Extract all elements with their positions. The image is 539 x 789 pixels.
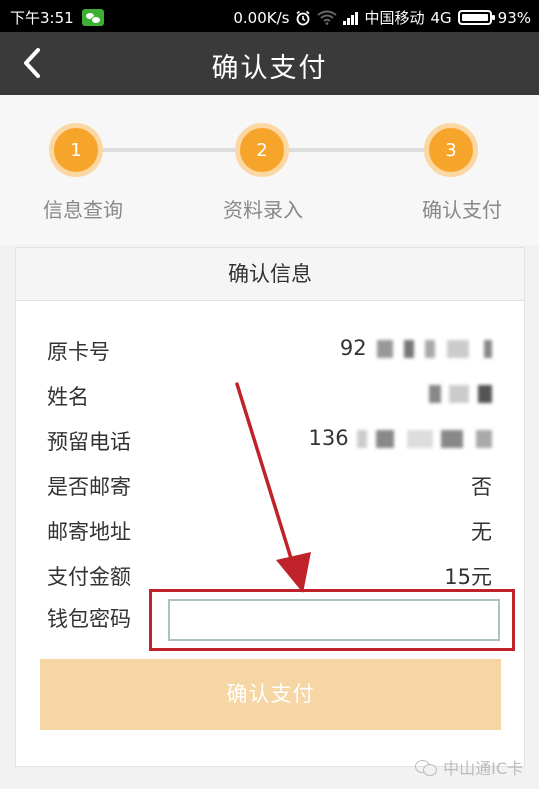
row-label: 原卡号 [47,340,110,364]
step-3-label: 确认支付 [422,198,502,222]
step-1-label: 信息查询 [43,198,123,222]
wechat-icon [81,9,104,26]
watermark-text: 中山通IC卡 [443,759,523,778]
password-row: 钱包密码 [47,603,157,633]
info-row-name: 姓名 [47,381,492,411]
carrier-name: 中国移动 [364,9,425,27]
app-header: 确认支付 [0,32,539,95]
row-value [428,381,492,405]
row-label: 姓名 [47,385,89,409]
progress-stepper: 1 2 3 信息查询 资料录入 确认支付 [0,95,539,245]
step-connector [100,148,245,152]
alarm-icon [296,10,310,25]
row-label: 预留电话 [47,430,131,454]
network-type: 4G [430,8,452,27]
row-label: 是否邮寄 [47,475,131,499]
info-row-address: 邮寄地址 无 [47,516,492,546]
step-3-circle: 3 [424,123,478,177]
row-value: 136 [308,426,492,450]
step-2-circle: 2 [235,123,289,177]
row-value: 否 [471,475,492,499]
row-label: 邮寄地址 [47,520,131,544]
password-label: 钱包密码 [47,607,131,631]
row-value: 15元 [444,565,492,589]
step-1-circle: 1 [49,123,103,177]
battery-icon [457,10,495,25]
confirm-pay-button[interactable]: 确认支付 [40,659,501,730]
info-row-amount: 支付金额 15元 [47,561,492,591]
wechat-logo-icon [415,759,438,776]
status-time: 下午3:51 [10,9,74,27]
card-title: 确认信息 [16,248,524,301]
row-label: 支付金额 [47,565,131,589]
step-connector [285,148,435,152]
signal-icon [343,11,359,25]
status-bar: 下午3:51 0.00K/s 中国移动 4G 93% [0,0,539,32]
page-title: 确认支付 [211,53,328,84]
watermark: 中山通IC卡 [415,755,523,779]
wallet-password-input[interactable] [168,599,500,641]
step-2-label: 资料录入 [223,198,303,222]
password-highlight-box [149,589,515,651]
info-row-mail: 是否邮寄 否 [47,471,492,501]
wifi-icon [317,10,338,25]
row-value: 92 [340,336,492,360]
info-row-phone: 预留电话 136 [47,426,492,456]
row-value: 无 [471,520,492,544]
info-row-card-number: 原卡号 92 [47,336,492,366]
battery-level: 93% [497,8,531,27]
network-speed: 0.00K/s [233,8,290,27]
confirm-info-card: 确认信息 原卡号 92 姓名 预留电话 136 是否邮寄 否 邮寄地址 无 支付… [15,247,525,767]
